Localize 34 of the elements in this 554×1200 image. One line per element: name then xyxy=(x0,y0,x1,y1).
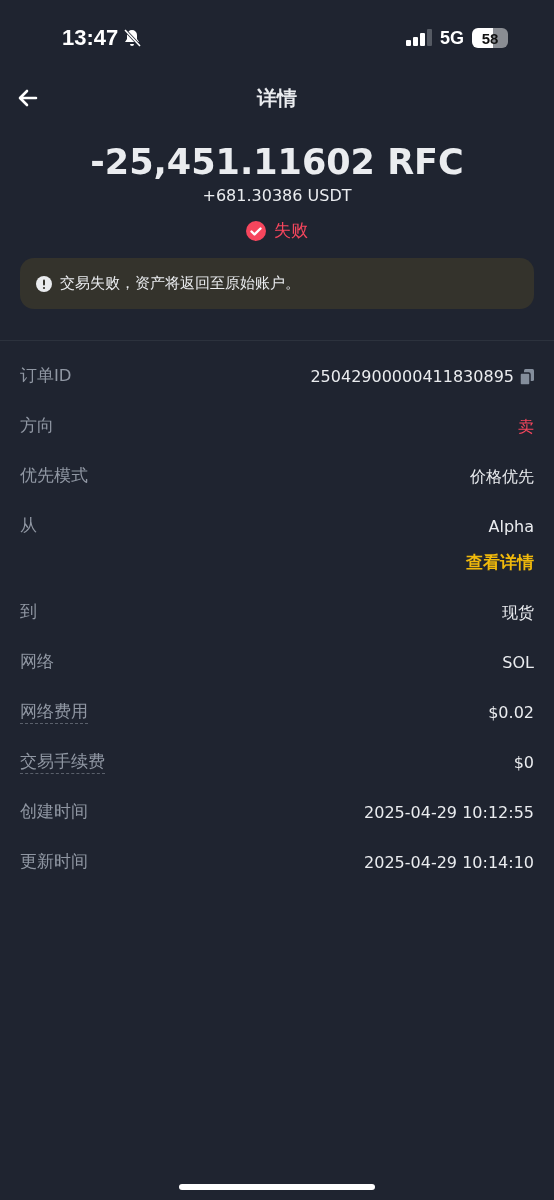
detail-label: 优先模式 xyxy=(20,465,88,487)
amount: -25,451.11602 RFC xyxy=(90,142,464,182)
detail-value: 现货 xyxy=(502,602,534,624)
notice-text: 交易失败，资产将返回至原始账户。 xyxy=(60,274,300,293)
page-title: 详情 xyxy=(257,84,297,112)
bell-off-icon xyxy=(122,28,143,48)
check-circle-icon xyxy=(246,220,266,241)
detail-value: SOL xyxy=(502,652,534,674)
detail-label: 订单ID xyxy=(20,365,72,387)
detail-label: 网络费用 xyxy=(20,701,88,724)
copy-icon[interactable] xyxy=(520,369,534,385)
detail-value: $0.02 xyxy=(488,702,534,724)
detail-value: Alpha xyxy=(488,516,534,538)
detail-label: 到 xyxy=(20,601,37,623)
detail-label: 网络 xyxy=(20,651,54,673)
detail-label: 交易手续费 xyxy=(20,751,105,774)
detail-value: 价格优先 xyxy=(470,466,534,488)
detail-value: 卖 xyxy=(518,416,534,438)
detail-label: 方向 xyxy=(20,415,54,437)
detail-value: 25042900000411830895 xyxy=(310,366,514,388)
status-time: 13:47 xyxy=(62,25,119,51)
network-type: 5G xyxy=(440,27,464,49)
battery-icon: 58 xyxy=(472,28,508,48)
exclamation-icon xyxy=(36,275,52,292)
status-label: 失败 xyxy=(274,219,308,242)
detail-value: $0 xyxy=(513,752,534,774)
detail-label: 创建时间 xyxy=(20,801,88,823)
signal-icon xyxy=(406,29,432,47)
detail-value: 2025-04-29 10:12:55 xyxy=(364,802,534,824)
detail-value: 2025-04-29 10:14:10 xyxy=(364,852,534,874)
detail-label: 更新时间 xyxy=(20,851,88,873)
view-details-link[interactable]: 查看详情 xyxy=(466,551,534,575)
counter-amount: +681.30386 USDT xyxy=(202,186,352,205)
detail-label: 从 xyxy=(20,515,37,537)
